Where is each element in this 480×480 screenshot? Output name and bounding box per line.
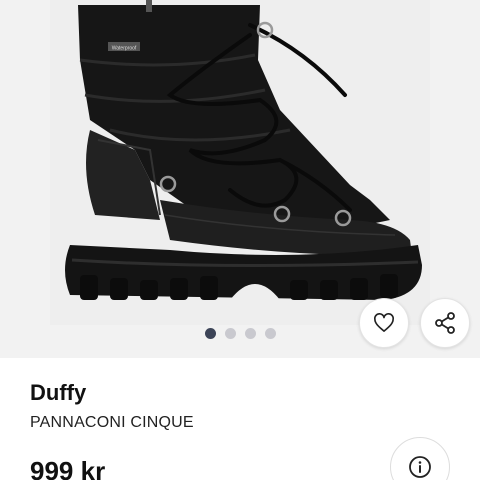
gallery-dot-4[interactable] [264,328,276,339]
share-button[interactable] [420,298,470,348]
svg-text:Waterproof: Waterproof [112,46,137,52]
heart-icon [374,313,394,332]
product-image-frame: Waterproof [50,0,430,325]
product-image: Waterproof [65,0,422,300]
product-name: PANNACONI CINQUE [30,414,194,431]
gallery-dot-1[interactable] [204,328,216,339]
brand-name[interactable]: Duffy [30,380,86,406]
share-icon [435,312,455,334]
favorite-button[interactable] [359,298,409,348]
gallery-dot-2[interactable] [224,328,236,339]
gallery-dot-3[interactable] [244,328,256,339]
info-button[interactable] [390,437,450,480]
product-price: 999 kr [30,456,106,480]
product-gallery[interactable]: Waterproof [0,0,480,358]
info-icon [409,456,431,478]
